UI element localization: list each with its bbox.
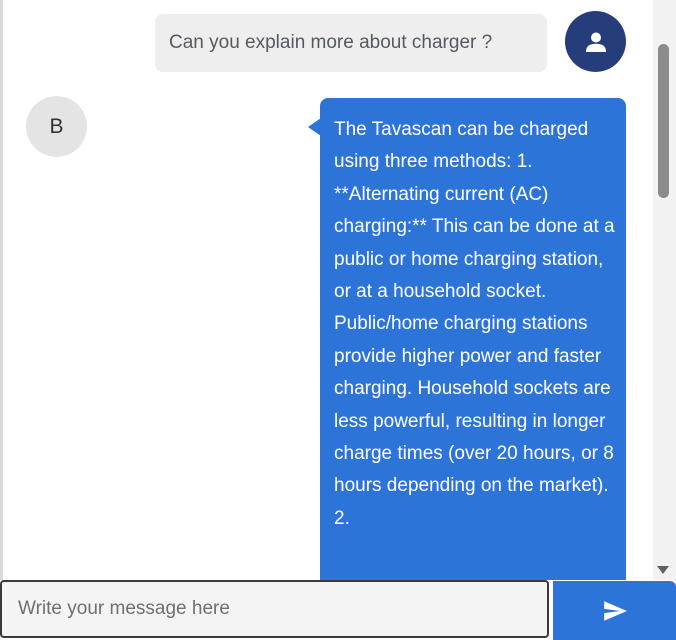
user-avatar [565, 11, 626, 72]
paper-plane-icon [603, 600, 627, 621]
user-icon [585, 32, 606, 52]
bot-message-bubble: The Tavascan can be charged using three … [320, 98, 626, 598]
bot-message-text: The Tavascan can be charged using three … [334, 119, 615, 529]
bot-avatar: B [26, 96, 87, 157]
chat-window: Can you explain more about charger ? B T… [0, 0, 676, 640]
bot-avatar-letter: B [49, 114, 64, 138]
window-edge [0, 0, 3, 640]
chat-scrollbar-thumb[interactable] [658, 44, 669, 198]
user-message-bubble: Can you explain more about charger ? [155, 14, 547, 72]
user-message-text: Can you explain more about charger ? [169, 32, 493, 53]
message-input[interactable] [0, 580, 549, 638]
send-button[interactable] [553, 581, 676, 640]
scroll-down-arrow-icon[interactable] [657, 566, 669, 574]
